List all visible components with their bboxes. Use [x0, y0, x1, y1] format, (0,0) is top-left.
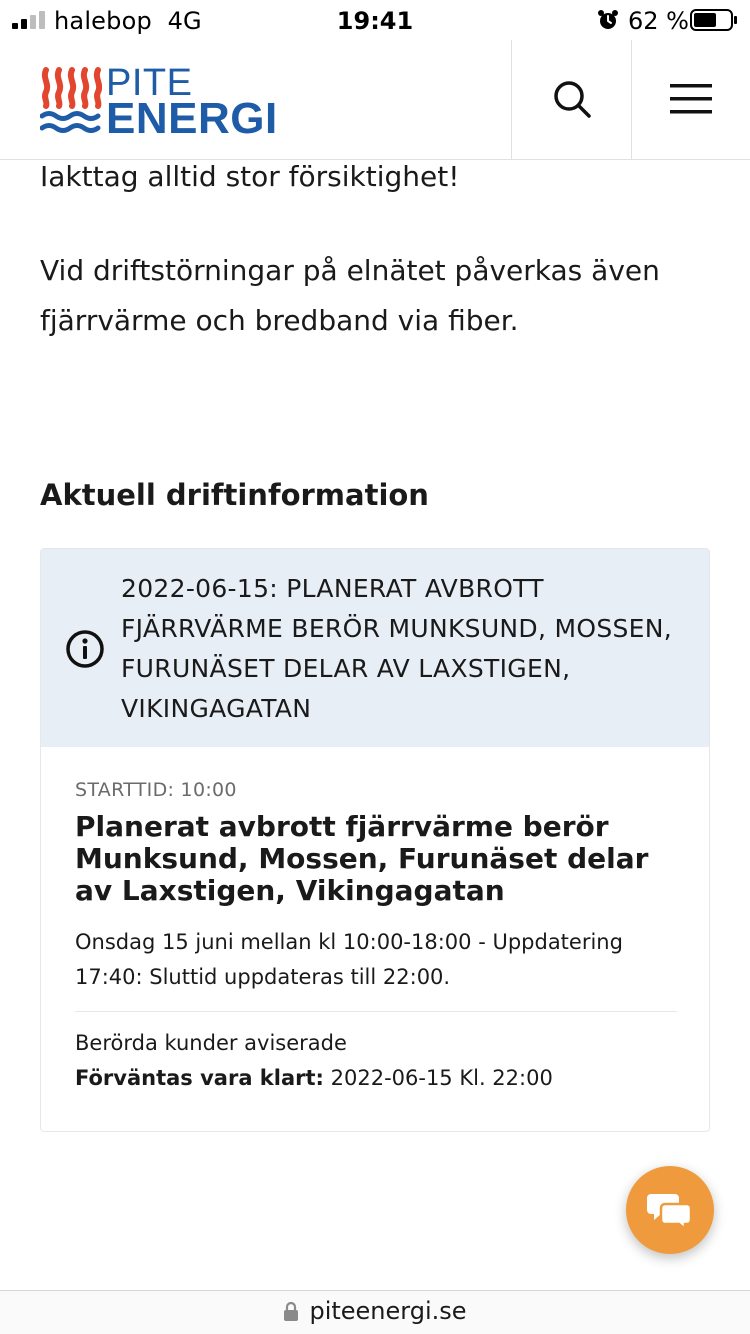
outage-notice-body: STARTTID: 10:00 Planerat avbrott fjärrvä…	[75, 779, 677, 1096]
outage-notice-heading: 2022-06-15: PLANERAT AVBROTT FJÄRRVÄRME …	[121, 574, 672, 723]
battery-percent: 62 %	[628, 7, 689, 35]
start-time: STARTTID: 10:00	[75, 779, 237, 801]
lock-icon	[284, 1301, 299, 1321]
notice-title: Planerat avbrott fjärrvärme berör Munksu…	[75, 810, 649, 907]
search-button[interactable]	[512, 40, 631, 158]
chat-button[interactable]	[626, 1166, 714, 1254]
expected-completion: Förväntas vara klart: 2022-06-15 Kl. 22:…	[75, 1061, 677, 1096]
outage-notice-card: 2022-06-15: PLANERAT AVBROTT FJÄRRVÄRME …	[40, 548, 710, 1132]
section-title: Aktuell driftinformation	[40, 478, 429, 512]
info-icon	[66, 630, 104, 668]
chat-bubbles-icon	[647, 1194, 693, 1230]
divider	[75, 1011, 677, 1012]
safety-paragraph: Iakttag alltid stor försiktighet!	[40, 160, 460, 193]
search-icon	[553, 81, 591, 118]
menu-button[interactable]	[632, 40, 750, 158]
url-text: piteenergi.se	[309, 1297, 467, 1325]
affected-customers: Berörda kunder aviserade	[75, 1031, 347, 1055]
site-header: PITE ENERGI	[0, 40, 750, 160]
battery-icon	[690, 9, 737, 31]
expected-value: 2022-06-15 Kl. 22:00	[330, 1066, 553, 1090]
logo-text-energi: ENERGI	[106, 94, 278, 143]
expected-label: Förväntas vara klart:	[75, 1066, 324, 1090]
status-bar: halebop 4G 19:41 62 %	[0, 0, 750, 40]
hamburger-menu-icon	[670, 84, 712, 114]
pite-energi-logo[interactable]: PITE ENERGI	[40, 62, 280, 143]
alarm-clock-icon	[598, 10, 618, 29]
notice-description: Onsdag 15 juni mellan kl 10:00-18:00 - U…	[75, 930, 623, 989]
outage-notice-header[interactable]: 2022-06-15: PLANERAT AVBROTT FJÄRRVÄRME …	[41, 549, 709, 747]
browser-url-bar[interactable]: piteenergi.se	[0, 1290, 750, 1334]
logo-mark-icon	[40, 67, 102, 133]
disturbance-paragraph: Vid driftstörningar på elnätet påverkas …	[40, 254, 660, 337]
